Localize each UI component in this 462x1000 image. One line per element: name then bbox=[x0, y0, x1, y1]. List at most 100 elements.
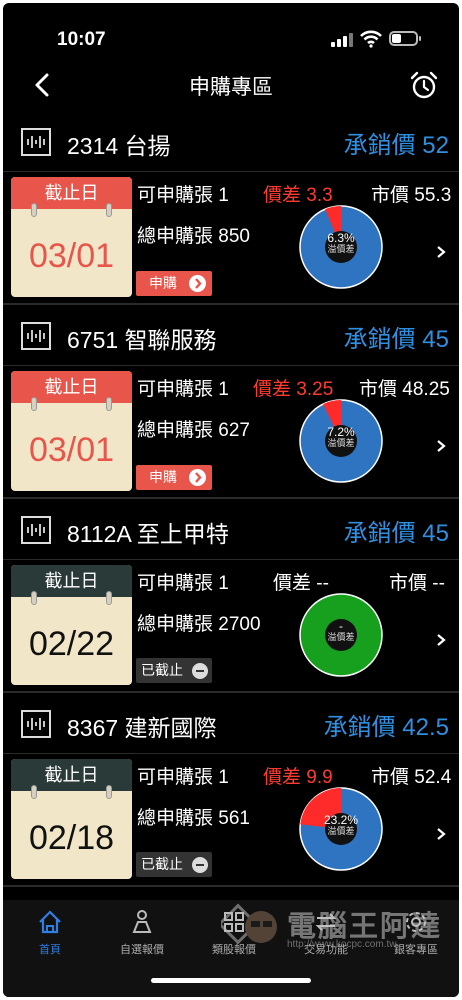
calendar-ring bbox=[106, 397, 112, 411]
chevron-right-icon bbox=[189, 275, 206, 292]
home-indicator[interactable] bbox=[151, 978, 311, 983]
divider bbox=[3, 365, 459, 366]
pie-label: 6.3% 溢價差 bbox=[299, 232, 383, 255]
subscribe-button[interactable]: 申購 bbox=[136, 465, 212, 490]
divider bbox=[3, 171, 459, 172]
calendar-ring bbox=[106, 203, 112, 217]
pie-sub: 溢價差 bbox=[327, 244, 355, 254]
pie-sub: 溢價差 bbox=[327, 438, 355, 448]
pie-label: 7.2% 溢價差 bbox=[299, 426, 383, 449]
tab-home[interactable]: 首頁 bbox=[5, 908, 95, 958]
underwriting-price: 承銷價 45 bbox=[343, 520, 449, 547]
price-diff: 價差 3.3 bbox=[263, 185, 333, 206]
battery-icon bbox=[389, 31, 421, 46]
watermark: 電腦王阿達 http://www.kocpc.com.tw bbox=[217, 901, 451, 961]
alarm-clock-icon[interactable] bbox=[408, 69, 440, 101]
underwriting-price: 承銷價 42.5 bbox=[323, 714, 449, 741]
subscribe-button-label: 申購 bbox=[149, 275, 177, 291]
card-header: 8367 建新國際 承銷價 42.5 bbox=[3, 693, 459, 753]
deadline-label: 截止日 bbox=[11, 759, 132, 791]
pie-label: 23.2% 溢價差 bbox=[299, 814, 383, 837]
chevron-right-icon[interactable] bbox=[435, 439, 447, 453]
deadline-calendar: 截止日 02/22 bbox=[11, 565, 132, 685]
deadline-label: 截止日 bbox=[11, 177, 132, 209]
status-bar: 10:07 bbox=[3, 3, 459, 65]
total-subscriptions: 總申購張 2700 bbox=[137, 614, 261, 635]
phone-screen: 10:07 申購專區 2314 台揚 承銷價 52 截止日 03/01 可申購張… bbox=[3, 3, 459, 997]
market-price: 市價 52.4 bbox=[371, 767, 452, 788]
available-qty: 可申購張 1 bbox=[137, 573, 229, 594]
closed-badge: 已截止 bbox=[136, 852, 212, 877]
wifi-icon bbox=[360, 30, 382, 48]
subscription-card[interactable]: 2314 台揚 承銷價 52 截止日 03/01 可申購張 1 價差 3.3 市… bbox=[3, 111, 459, 305]
market-price: 市價 -- bbox=[389, 573, 445, 594]
deadline-calendar: 截止日 03/01 bbox=[11, 371, 132, 491]
deadline-date: 03/01 bbox=[28, 237, 115, 275]
subscription-list: 2314 台揚 承銷價 52 截止日 03/01 可申購張 1 價差 3.3 市… bbox=[3, 111, 459, 887]
total-subscriptions: 總申購張 561 bbox=[137, 808, 250, 829]
pie-value: 23.2% bbox=[323, 813, 359, 827]
deadline-date: 03/01 bbox=[28, 431, 115, 469]
market-price: 市價 55.3 bbox=[371, 185, 452, 206]
deadline-calendar: 截止日 02/18 bbox=[11, 759, 132, 879]
chevron-right-icon bbox=[189, 469, 206, 486]
calendar-ring bbox=[31, 203, 37, 217]
chevron-right-icon[interactable] bbox=[435, 827, 447, 841]
pie-label: - 溢價差 bbox=[299, 620, 383, 643]
deadline-calendar: 截止日 03/01 bbox=[11, 177, 132, 297]
page-title: 申購專區 bbox=[189, 76, 273, 99]
deadline-label: 截止日 bbox=[11, 371, 132, 403]
waveform-icon bbox=[21, 710, 51, 738]
total-subscriptions: 總申購張 627 bbox=[137, 420, 250, 441]
subscription-card[interactable]: 6751 智聯服務 承銷價 45 截止日 03/01 可申購張 1 價差 3.2… bbox=[3, 305, 459, 499]
price-diff: 價差 -- bbox=[273, 573, 329, 594]
subscription-card[interactable]: 8367 建新國際 承銷價 42.5 截止日 02/18 可申購張 1 價差 9… bbox=[3, 693, 459, 887]
card-header: 6751 智聯服務 承銷價 45 bbox=[3, 305, 459, 365]
pie-value: 7.2% bbox=[327, 425, 355, 439]
deadline-date: 02/22 bbox=[28, 625, 115, 663]
underwriting-price: 承銷價 52 bbox=[343, 132, 449, 159]
tab-label: 自選報價 bbox=[120, 944, 164, 956]
pie-sub: 溢價差 bbox=[327, 826, 355, 836]
pie-value: 6.3% bbox=[327, 231, 355, 245]
card-header: 8112A 至上甲特 承銷價 45 bbox=[3, 499, 459, 559]
deadline-label: 截止日 bbox=[11, 565, 132, 597]
person-chart-icon bbox=[132, 910, 152, 933]
card-header: 2314 台揚 承銷價 52 bbox=[3, 111, 459, 171]
available-qty: 可申購張 1 bbox=[137, 767, 229, 788]
price-diff: 價差 9.9 bbox=[263, 767, 333, 788]
calendar-ring bbox=[31, 785, 37, 799]
available-qty: 可申購張 1 bbox=[137, 185, 229, 206]
calendar-ring bbox=[31, 591, 37, 605]
waveform-icon bbox=[21, 128, 51, 156]
stock-name: 6751 智聯服務 bbox=[67, 327, 217, 353]
price-diff: 價差 3.25 bbox=[253, 379, 334, 400]
waveform-icon bbox=[21, 322, 51, 350]
calendar-ring bbox=[106, 591, 112, 605]
closed-badge-label: 已截止 bbox=[141, 856, 183, 872]
stock-name: 2314 台揚 bbox=[67, 133, 171, 159]
pie-value: - bbox=[339, 619, 343, 633]
divider bbox=[3, 559, 459, 560]
total-subscriptions: 總申購張 850 bbox=[137, 226, 250, 247]
chevron-right-icon[interactable] bbox=[435, 633, 447, 647]
watermark-logo-icon bbox=[217, 903, 277, 945]
home-icon bbox=[39, 910, 61, 934]
stock-name: 8367 建新國際 bbox=[67, 715, 217, 741]
calendar-ring bbox=[31, 397, 37, 411]
underwriting-price: 承銷價 45 bbox=[343, 326, 449, 353]
market-price: 市價 48.25 bbox=[359, 379, 450, 400]
minus-circle-icon bbox=[192, 857, 208, 873]
subscription-card[interactable]: 8112A 至上甲特 承銷價 45 截止日 02/22 可申購張 1 價差 --… bbox=[3, 499, 459, 693]
closed-badge: 已截止 bbox=[136, 658, 212, 683]
deadline-date: 02/18 bbox=[28, 819, 115, 857]
closed-badge-label: 已截止 bbox=[141, 662, 183, 678]
calendar-ring bbox=[106, 785, 112, 799]
status-time: 10:07 bbox=[57, 29, 106, 50]
pie-sub: 溢價差 bbox=[327, 632, 355, 642]
available-qty: 可申購張 1 bbox=[137, 379, 229, 400]
tab-person-chart[interactable]: 自選報價 bbox=[97, 908, 187, 958]
subscribe-button[interactable]: 申購 bbox=[136, 271, 212, 296]
chevron-right-icon[interactable] bbox=[435, 245, 447, 259]
nav-bar: 申購專區 bbox=[3, 65, 459, 105]
